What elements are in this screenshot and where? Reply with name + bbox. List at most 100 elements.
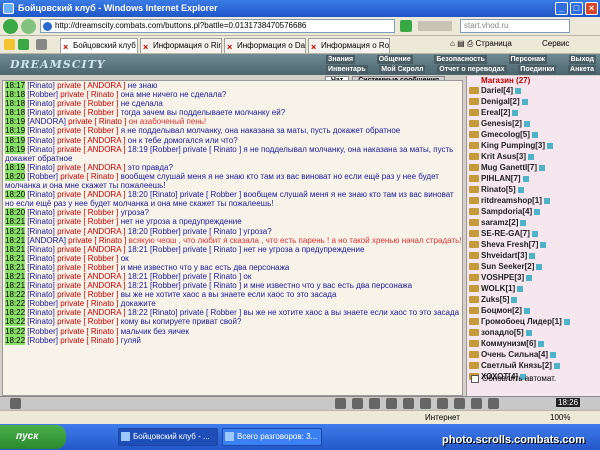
- message-private[interactable]: private [ Robber ]: [57, 317, 118, 326]
- message-nick[interactable]: [ANDORA]: [27, 117, 66, 126]
- search-input[interactable]: start.vhod.ru: [460, 19, 570, 33]
- user-name[interactable]: saramz[2]: [481, 218, 518, 227]
- info-icon[interactable]: [543, 197, 550, 204]
- menu-profile[interactable]: Анкета: [568, 65, 596, 74]
- info-icon[interactable]: [531, 131, 538, 138]
- private-flag-icon[interactable]: [469, 252, 479, 259]
- print-icon[interactable]: ⎙: [467, 39, 473, 48]
- message-time[interactable]: 18:22: [5, 317, 26, 327]
- message-time[interactable]: 18:17: [5, 81, 26, 90]
- private-flag-icon[interactable]: [469, 175, 479, 182]
- help-icon[interactable]: [454, 398, 465, 409]
- info-icon[interactable]: [520, 219, 527, 226]
- message-private[interactable]: private [ Robber ]: [57, 208, 118, 217]
- chat-log[interactable]: 18:17 [Rinato] private [ ANDORA ] не зна…: [2, 80, 463, 396]
- private-flag-icon[interactable]: [469, 351, 479, 358]
- user-name[interactable]: Светлый Князь[2]: [481, 361, 552, 370]
- message-private[interactable]: private [ Robber ]: [57, 99, 118, 108]
- message-nick[interactable]: [Rinato]: [27, 308, 55, 317]
- refresh-icon[interactable]: [420, 398, 431, 409]
- service-menu[interactable]: Сервис: [542, 39, 569, 48]
- message-private[interactable]: private [ ANDORA ]: [57, 245, 125, 254]
- message-time[interactable]: 18:20: [5, 208, 26, 218]
- user-name[interactable]: Rinato[5]: [481, 185, 516, 194]
- private-flag-icon[interactable]: [469, 362, 479, 369]
- user-name[interactable]: Zuks[5]: [481, 295, 509, 304]
- message-time[interactable]: 18:19: [5, 117, 26, 127]
- private-flag-icon[interactable]: [469, 120, 479, 127]
- user-name[interactable]: Коммунизм[6]: [481, 339, 536, 348]
- private-flag-icon[interactable]: [469, 164, 479, 171]
- info-icon[interactable]: [553, 362, 560, 369]
- message-private[interactable]: private [ Robber ]: [57, 108, 118, 117]
- info-icon[interactable]: [515, 87, 522, 94]
- private-flag-icon[interactable]: [469, 274, 479, 281]
- user-list-item[interactable]: Krit Asus[3]: [467, 151, 600, 162]
- add-favorites-icon[interactable]: [18, 39, 29, 50]
- message-private[interactable]: private [ Rinato ]: [60, 299, 118, 308]
- message-private[interactable]: private [ Rinato ]: [68, 117, 126, 126]
- menu-security[interactable]: Безопасность: [434, 55, 487, 64]
- message-nick[interactable]: [Rinato]: [27, 227, 55, 236]
- message-private[interactable]: private [ Rinato ]: [60, 172, 118, 181]
- user-name[interactable]: Боцмон[2]: [481, 306, 522, 315]
- info-icon[interactable]: [522, 175, 529, 182]
- page-menu[interactable]: Страница: [476, 39, 512, 48]
- message-private[interactable]: private [ Robber ]: [57, 254, 118, 263]
- user-list-item[interactable]: King Pumping[3]: [467, 140, 600, 151]
- menu-battles[interactable]: Поединки: [518, 65, 557, 74]
- url-input[interactable]: http://dreamscity.combats.com/buttons.pl…: [40, 19, 395, 33]
- private-flag-icon[interactable]: [469, 153, 479, 160]
- message-nick[interactable]: [Rinato]: [27, 254, 55, 263]
- info-icon[interactable]: [538, 340, 545, 347]
- message-nick[interactable]: [Robber]: [27, 336, 58, 345]
- message-time[interactable]: 18:21: [5, 271, 26, 281]
- user-name[interactable]: Очень Сильна[4]: [481, 350, 548, 359]
- message-nick[interactable]: [Rinato]: [27, 126, 55, 135]
- info-icon[interactable]: [523, 307, 530, 314]
- user-name[interactable]: PIHLAN[7]: [481, 174, 521, 183]
- task-conversations[interactable]: Всего разговоров: 3...: [222, 428, 322, 446]
- message-nick[interactable]: [Rinato]: [27, 163, 55, 172]
- user-name[interactable]: Ereal[2]: [481, 108, 510, 117]
- message-nick[interactable]: [Robber]: [27, 299, 58, 308]
- message-nick[interactable]: [Rinato]: [27, 81, 55, 90]
- info-icon[interactable]: [539, 164, 545, 171]
- private-flag-icon[interactable]: [469, 241, 479, 248]
- info-icon[interactable]: [534, 208, 541, 215]
- user-name[interactable]: Shveidart[3]: [481, 251, 527, 260]
- info-icon[interactable]: [550, 351, 557, 358]
- message-time[interactable]: 18:20: [5, 190, 26, 200]
- private-flag-icon[interactable]: [469, 87, 479, 94]
- private-flag-icon[interactable]: [469, 219, 479, 226]
- message-time[interactable]: 18:22: [5, 299, 26, 309]
- message-nick[interactable]: [Rinato]: [27, 272, 55, 281]
- user-name[interactable]: Dariel[4]: [481, 86, 513, 95]
- tab-close-icon[interactable]: ×: [311, 40, 316, 53]
- message-time[interactable]: 18:21: [5, 217, 26, 227]
- user-list-item[interactable]: Shveidart[3]: [467, 250, 600, 261]
- private-flag-icon[interactable]: [469, 285, 479, 292]
- user-list-item[interactable]: Коммунизм[6]: [467, 338, 600, 349]
- tab-close-icon[interactable]: ×: [63, 40, 68, 53]
- tab-info-robber[interactable]: ×Информация о Robber: [308, 38, 390, 53]
- info-icon[interactable]: [512, 109, 519, 116]
- private-flag-icon[interactable]: [469, 208, 479, 215]
- message-time[interactable]: 18:21: [5, 253, 26, 263]
- message-private[interactable]: private [ Robber ]: [57, 290, 118, 299]
- menu-communication[interactable]: Общение: [376, 55, 413, 64]
- message-private[interactable]: private [ ANDORA ]: [57, 163, 125, 172]
- info-icon[interactable]: [547, 142, 553, 149]
- user-name[interactable]: Громобоец Лидер[1]: [481, 317, 562, 326]
- private-flag-icon[interactable]: [469, 197, 479, 204]
- user-list-item[interactable]: VOSHPE[3]: [467, 272, 600, 283]
- user-list-item[interactable]: Ereal[2]: [467, 107, 600, 118]
- private-flag-icon[interactable]: [469, 307, 479, 314]
- menu-my-scroll[interactable]: Мой Скролл: [379, 65, 426, 74]
- user-name[interactable]: SE-RE-GA[7]: [481, 229, 530, 238]
- tab-close-icon[interactable]: ×: [143, 40, 148, 53]
- user-list-item[interactable]: Светлый Князь[2]: [467, 360, 600, 371]
- message-nick[interactable]: [Rinato]: [27, 108, 55, 117]
- user-name[interactable]: VOSHPE[3]: [481, 273, 524, 282]
- message-private[interactable]: private [ Rinato ]: [68, 236, 126, 245]
